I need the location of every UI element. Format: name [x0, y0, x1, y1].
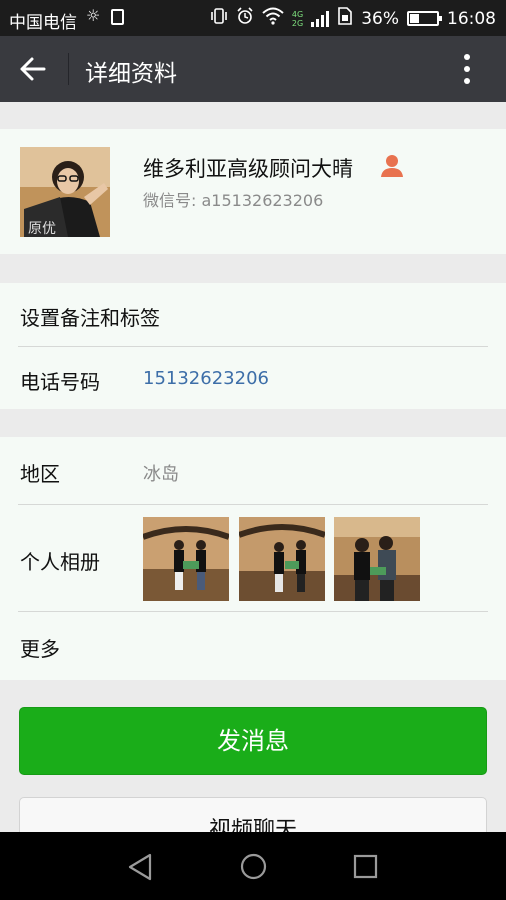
- more-vertical-icon: [464, 54, 470, 84]
- album-photo[interactable]: [143, 517, 229, 601]
- remark-tag-row[interactable]: 设置备注和标签: [20, 302, 160, 331]
- triangle-back-icon: [128, 853, 152, 881]
- album-photo[interactable]: [334, 517, 420, 601]
- region-label: 地区: [20, 462, 60, 486]
- alarm-icon: [236, 7, 254, 30]
- title-bar: 详细资料: [0, 36, 506, 102]
- divider: [18, 504, 488, 505]
- title-divider: [68, 53, 69, 85]
- contact-info-card: 设置备注和标签 电话号码 15132623206: [0, 283, 506, 409]
- battery-percent: 36%: [361, 8, 399, 29]
- back-button[interactable]: [14, 49, 54, 89]
- more-button[interactable]: [454, 49, 480, 89]
- nav-recents-button[interactable]: [353, 854, 378, 879]
- carrier-label: 中国电信: [9, 13, 77, 33]
- signal-icon: [311, 10, 330, 27]
- wechat-id-label: 微信号:: [143, 191, 202, 210]
- arrow-left-icon: [20, 57, 46, 81]
- wifi-icon: [262, 7, 284, 30]
- system-nav-bar: [0, 832, 506, 900]
- phone-number[interactable]: 15132623206: [143, 368, 269, 389]
- divider: [18, 346, 488, 347]
- details-card: 地区 冰岛 个人相册 更多: [0, 437, 506, 680]
- divider: [18, 611, 488, 612]
- page-title: 详细资料: [85, 61, 177, 87]
- region-value: 冰岛: [143, 464, 179, 485]
- wechat-id-value: a15132623206: [201, 191, 324, 210]
- more-row[interactable]: 更多: [20, 633, 60, 662]
- battery-icon: [407, 11, 442, 26]
- album-label[interactable]: 个人相册: [20, 546, 100, 575]
- phone-label: 电话号码: [20, 370, 100, 394]
- brightness-icon: ☼: [86, 6, 101, 25]
- vibrate-icon: [210, 7, 228, 30]
- nav-home-button[interactable]: [240, 853, 267, 880]
- clock: 16:08: [447, 8, 496, 29]
- nickname: 维多利亚高级顾问大晴: [143, 157, 353, 181]
- svg-text:原优: 原优: [28, 221, 56, 237]
- battery-fill: [410, 14, 419, 23]
- square-recents-icon: [353, 854, 378, 879]
- network-type: 4G 2G: [291, 9, 304, 28]
- status-bar: 中国电信 ☼ 4G 2G 36% 16:08: [0, 0, 506, 36]
- person-icon: [380, 153, 404, 179]
- wechat-id: 微信号: a15132623206: [143, 187, 323, 211]
- sim-icon: [111, 9, 124, 25]
- album-photo[interactable]: [239, 517, 325, 601]
- nav-back-button[interactable]: [127, 853, 153, 881]
- send-message-button[interactable]: 发消息: [19, 707, 487, 775]
- avatar[interactable]: 原优: [20, 147, 110, 237]
- sim-card-icon: [337, 7, 353, 30]
- profile-card[interactable]: 原优 维多利亚高级顾问大晴 微信号: a15132623206: [0, 129, 506, 254]
- circle-home-icon: [240, 853, 267, 880]
